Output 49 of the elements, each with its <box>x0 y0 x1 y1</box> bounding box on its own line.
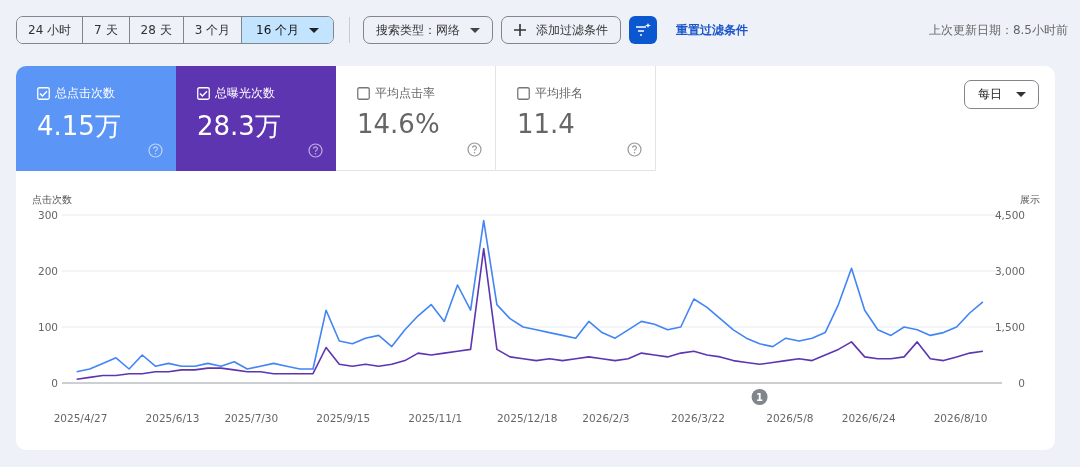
x-tick-label: 2025/12/18 <box>496 412 558 424</box>
annotation-marker[interactable]: 1 <box>751 389 768 405</box>
y-tick-label: 0 <box>51 377 58 389</box>
metric-label: 总曝光次数 <box>215 86 275 101</box>
y-axis-title: 点击次数 <box>32 194 72 205</box>
help-icon[interactable] <box>627 142 642 157</box>
caret-icon <box>470 27 481 33</box>
metric-label: 平均排名 <box>535 86 583 101</box>
x-tick-label: 2026/2/3 <box>582 412 630 424</box>
caret-icon <box>1015 92 1026 97</box>
x-tick-label: 2025/9/15 <box>316 412 371 424</box>
x-tick-label: 2025/7/30 <box>224 412 279 424</box>
search-type-dropdown[interactable]: 搜索类型：网络 <box>363 16 494 44</box>
y-tick-label: 1,500 <box>994 321 1025 333</box>
checkbox-icon[interactable] <box>357 87 370 100</box>
metric-value: 28.3万 <box>197 110 282 143</box>
metric-label: 总点击次数 <box>55 86 115 101</box>
metric-value: 11.4 <box>517 109 576 139</box>
checkbox-icon[interactable] <box>517 87 530 100</box>
metric-tile[interactable]: 平均点击率 14.6% <box>336 66 496 171</box>
date-range-tab[interactable]: 16 个月 <box>242 17 334 43</box>
y-tick-label: 0 <box>1018 377 1025 389</box>
x-tick-label: 2025/4/27 <box>53 412 108 424</box>
y-tick-label: 4,500 <box>994 209 1025 221</box>
date-range-tab[interactable]: 24 小时 <box>17 17 84 43</box>
x-tick-label: 2026/6/24 <box>841 412 896 424</box>
reset-filters-link[interactable]: 重置过滤条件 <box>676 21 749 39</box>
help-icon[interactable] <box>467 142 482 157</box>
y-tick-label: 200 <box>37 265 58 277</box>
x-tick-label: 2026/3/22 <box>671 412 725 424</box>
metric-value: 14.6% <box>357 109 441 139</box>
filter-button[interactable] <box>629 16 658 44</box>
filter-icon <box>635 23 652 37</box>
x-tick-label: 2026/8/10 <box>933 412 988 424</box>
metric-tile[interactable]: 平均排名 11.4 <box>496 66 656 171</box>
y-tick-label: 3,000 <box>994 265 1025 277</box>
plus-icon <box>514 24 527 36</box>
y-axis-title: 展示 <box>1020 194 1040 205</box>
add-filter-button[interactable]: 添加过滤条件 <box>501 16 622 44</box>
caret-icon <box>309 27 320 33</box>
y-tick-label: 100 <box>37 321 58 333</box>
last-updated-text: 上次更新日期：8.5小时前 <box>928 21 1068 39</box>
x-tick-label: 2026/5/8 <box>766 412 814 424</box>
x-tick-label: 2025/11/1 <box>408 412 463 424</box>
metric-value: 4.15万 <box>37 110 122 143</box>
granularity-dropdown[interactable]: 每日 <box>964 80 1039 109</box>
metric-label: 平均点击率 <box>375 86 435 101</box>
x-tick-label: 2025/6/13 <box>145 412 200 424</box>
y-tick-label: 300 <box>37 209 58 221</box>
